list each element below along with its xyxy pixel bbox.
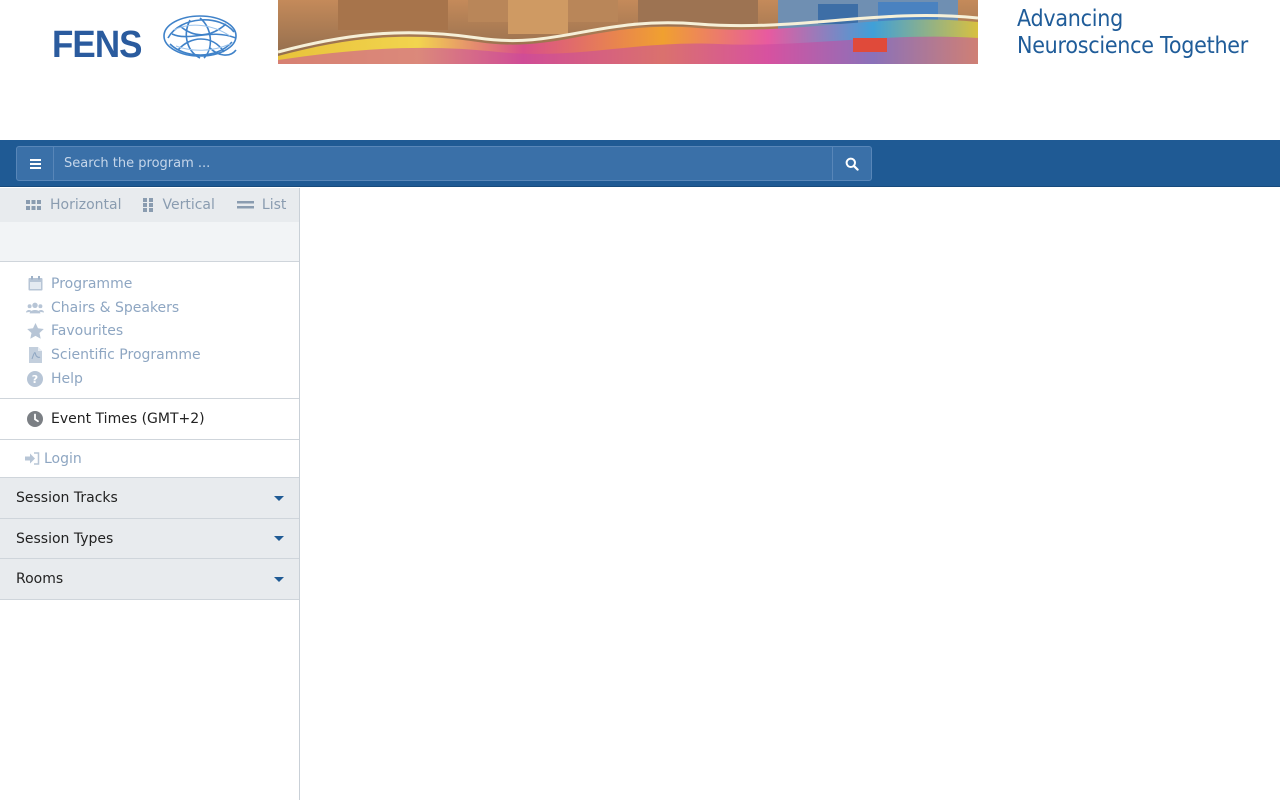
grid-horizontal-icon — [26, 199, 42, 211]
star-icon — [26, 323, 44, 339]
sidebar-nav: Programme Chairs & Speakers Favourites S… — [0, 262, 299, 400]
calendar-icon — [26, 276, 44, 291]
search-button[interactable] — [832, 146, 872, 181]
main-content — [300, 188, 1280, 800]
date-bar — [0, 222, 299, 262]
filter-label: Session Tracks — [16, 490, 118, 507]
view-horizontal[interactable]: Horizontal — [26, 197, 121, 213]
sidebar-item-label: Favourites — [51, 323, 124, 340]
caret-down-icon — [274, 576, 284, 582]
tagline-line-2: Neuroscience Together — [1017, 33, 1249, 59]
tagline: Advancing Neuroscience Together — [1017, 6, 1280, 60]
event-times[interactable]: Event Times (GMT+2) — [0, 399, 299, 441]
question-circle-icon: ? — [26, 370, 44, 387]
view-horizontal-label: Horizontal — [50, 197, 122, 213]
banner-image — [278, 0, 978, 64]
filter-session-types[interactable]: Session Types — [0, 518, 299, 560]
search-icon — [845, 157, 859, 171]
list-icon — [236, 201, 254, 209]
sidebar-item-label: Scientific Programme — [51, 346, 201, 363]
sidebar-item-chairs-speakers[interactable]: Chairs & Speakers — [0, 296, 299, 320]
sidebar-item-label: Programme — [51, 275, 133, 292]
caret-down-icon — [274, 495, 284, 501]
users-icon — [26, 301, 44, 315]
svg-text:?: ? — [32, 373, 38, 386]
login-link[interactable]: Login — [0, 440, 299, 479]
menu-button[interactable] — [16, 146, 54, 181]
page-header: FENS Advancing Neuroscience Together — [0, 0, 1280, 140]
grid-vertical-icon — [143, 198, 154, 212]
tagline-line-1: Advancing — [1017, 6, 1123, 32]
filter-label: Rooms — [16, 571, 64, 588]
sidebar: Horizontal Vertical List Programme Chair… — [0, 188, 300, 800]
filter-rooms[interactable]: Rooms — [0, 559, 299, 600]
filter-session-tracks[interactable]: Session Tracks — [0, 478, 299, 519]
pdf-file-icon — [26, 346, 44, 363]
sidebar-item-label: Help — [51, 370, 83, 387]
sidebar-item-help[interactable]: ? Help — [0, 367, 299, 391]
caret-down-icon — [274, 536, 284, 542]
login-label: Login — [44, 450, 82, 467]
view-list[interactable]: List — [236, 197, 287, 213]
event-times-label: Event Times (GMT+2) — [51, 411, 205, 428]
view-list-label: List — [261, 197, 287, 213]
view-vertical-label: Vertical — [162, 197, 215, 213]
search-input[interactable] — [54, 146, 833, 181]
clock-icon — [26, 411, 44, 428]
view-vertical[interactable]: Vertical — [143, 197, 215, 213]
logo-text: FENS — [52, 24, 142, 66]
sign-in-icon — [25, 452, 40, 466]
view-toggle: Horizontal Vertical List — [0, 188, 299, 222]
brain-logo-icon — [163, 15, 237, 59]
search-bar — [0, 140, 1280, 187]
sidebar-item-programme[interactable]: Programme — [0, 272, 299, 296]
sidebar-item-favourites[interactable]: Favourites — [0, 319, 299, 343]
fens-logo[interactable]: FENS — [52, 8, 242, 68]
hamburger-icon — [29, 159, 41, 169]
sidebar-item-scientific-programme[interactable]: Scientific Programme — [0, 343, 299, 367]
sidebar-item-label: Chairs & Speakers — [51, 299, 180, 316]
filter-label: Session Types — [16, 530, 114, 547]
